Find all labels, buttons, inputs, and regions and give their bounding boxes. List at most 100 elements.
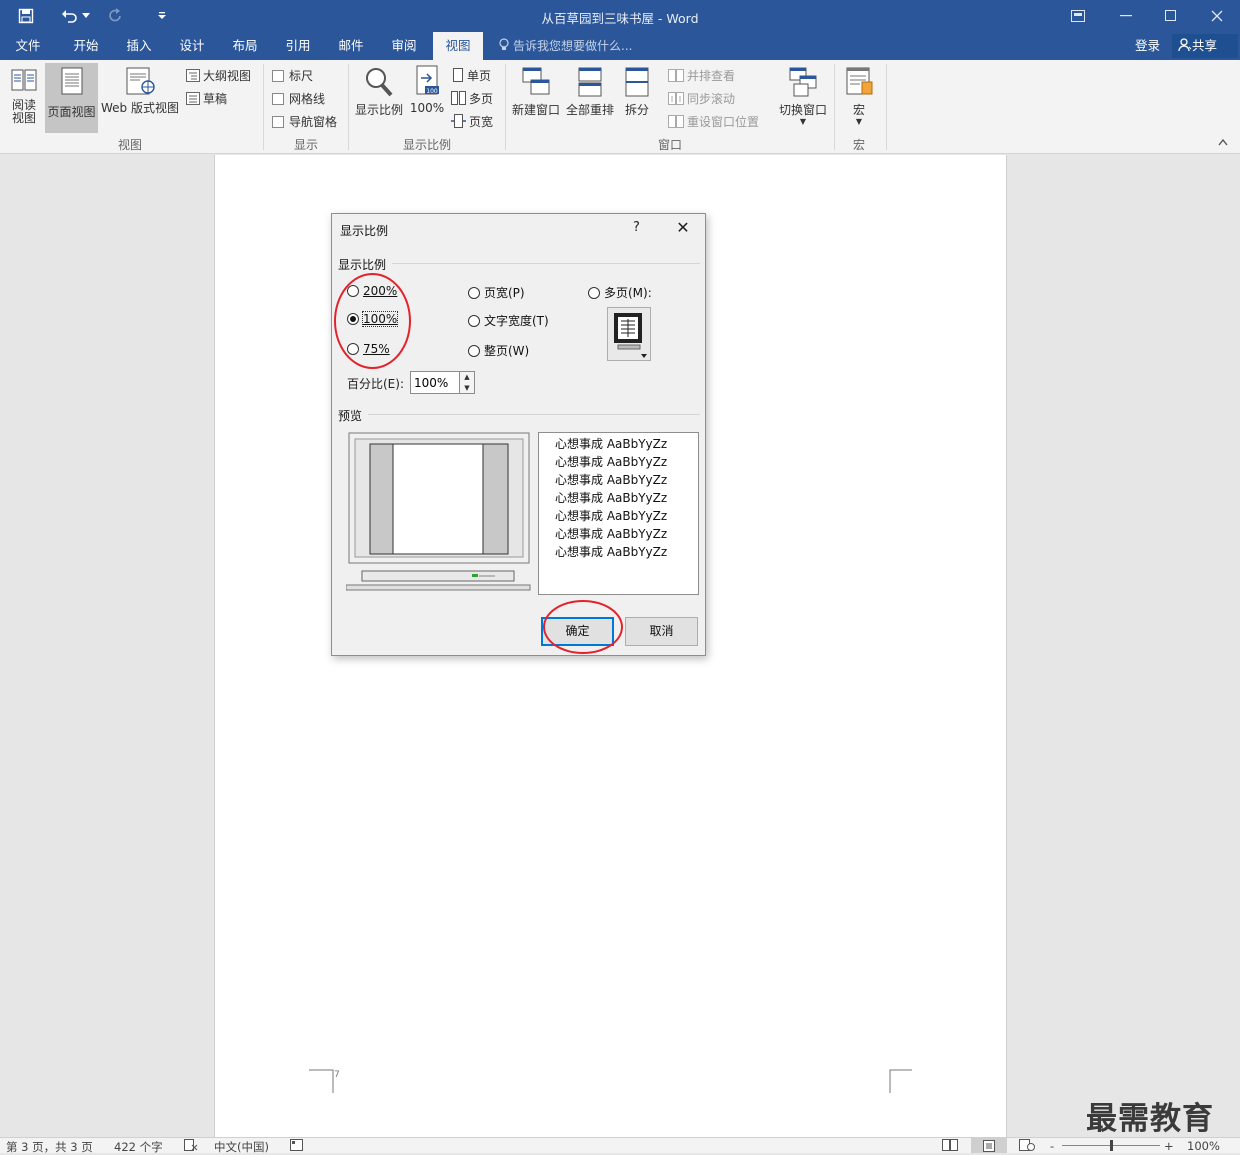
zoom-100-label: 100% (409, 101, 445, 115)
radio-200[interactable]: 200% (347, 284, 397, 298)
tab-references[interactable]: 引用 (274, 32, 322, 60)
tab-layout[interactable]: 布局 (221, 32, 269, 60)
zoom-dialog: 显示比例 ? ✕ 显示比例 200% 100% 75% 页宽(P) 文字宽度(T… (331, 213, 706, 656)
web-layout-button[interactable]: Web 版式视图 (100, 66, 180, 116)
radio-many-pages[interactable]: 多页(M): (588, 284, 652, 301)
share-button[interactable]: 共享 (1172, 34, 1238, 58)
read-mode-button[interactable]: 阅读 视图 (4, 66, 44, 125)
tab-insert[interactable]: 插入 (115, 32, 163, 60)
percent-spinner[interactable]: ▲ ▼ (459, 371, 475, 394)
reset-position-label: 重设窗口位置 (687, 115, 760, 129)
view-side-by-side-button[interactable]: 并排查看 (668, 67, 735, 85)
cancel-button[interactable]: 取消 (625, 617, 698, 646)
reset-position-icon (668, 115, 684, 131)
zoom-level[interactable]: 100% (1187, 1139, 1220, 1153)
zoom-in-icon[interactable]: + (1164, 1139, 1174, 1153)
maximize-icon[interactable] (1148, 0, 1194, 32)
tab-file[interactable]: 文件 (4, 32, 52, 60)
draft-label: 草稿 (203, 92, 228, 106)
zoom-label: 显示比例 (354, 103, 403, 117)
nav-pane-label: 导航窗格 (289, 115, 338, 129)
close-icon[interactable]: ✕ (670, 217, 696, 239)
sync-scrolling-button[interactable]: 同步滚动 (668, 90, 735, 108)
margin-corner-mark (889, 1069, 912, 1093)
read-mode-view-icon[interactable] (942, 1139, 958, 1154)
separator (834, 64, 835, 150)
divider (368, 414, 700, 415)
tell-me-box[interactable]: 告诉我您想要做什么... (498, 32, 632, 60)
ribbon-display-options-icon[interactable] (1055, 0, 1101, 32)
lightbulb-icon (498, 34, 510, 62)
nav-pane-checkbox[interactable]: 导航窗格 (272, 113, 337, 130)
print-layout-view-icon[interactable] (971, 1138, 1007, 1153)
macro-record-icon[interactable] (290, 1139, 304, 1154)
radio-page-width[interactable]: 页宽(P) (468, 284, 525, 301)
new-window-button[interactable]: 新建窗口 (509, 66, 563, 118)
radio-text-width[interactable]: 文字宽度(T) (468, 312, 549, 329)
macros-icon (840, 66, 878, 101)
person-icon (1178, 36, 1192, 60)
svg-text:7: 7 (334, 1070, 340, 1080)
preview-line: 心想事成 AaBbYyZz (555, 491, 668, 505)
one-page-label: 单页 (467, 69, 492, 83)
separator (348, 64, 349, 150)
ok-button[interactable]: 确定 (541, 617, 614, 646)
window-title: 从百草园到三味书屋 - Word (541, 11, 699, 26)
page-width-label: 页宽 (469, 115, 494, 129)
margin-corner-mark: 7 (309, 1069, 340, 1093)
close-window-icon[interactable] (1194, 0, 1240, 32)
preview-line: 心想事成 AaBbYyZz (555, 455, 668, 469)
spin-down-icon[interactable]: ▼ (460, 383, 474, 394)
preview-section-label: 预览 (338, 409, 363, 423)
radio-75[interactable]: 75% (347, 342, 390, 356)
minimize-icon[interactable] (1103, 0, 1149, 32)
divider (392, 263, 700, 264)
zoom-100-button[interactable]: 100 100% (408, 64, 446, 115)
tab-design[interactable]: 设计 (168, 32, 216, 60)
zoom-slider-thumb[interactable] (1110, 1140, 1113, 1151)
page-width-button[interactable]: 页宽 (451, 113, 493, 131)
spin-up-icon[interactable]: ▲ (460, 372, 474, 383)
arrange-all-button[interactable]: 全部重排 (564, 66, 616, 118)
percent-input[interactable] (410, 371, 460, 394)
proofing-icon[interactable] (184, 1139, 198, 1154)
draft-button[interactable]: 草稿 (186, 90, 227, 108)
zoom-button[interactable]: 显示比例 (353, 66, 405, 118)
many-pages-picker-button[interactable] (607, 307, 651, 361)
share-label: 共享 (1192, 38, 1218, 53)
web-layout-view-icon[interactable] (1019, 1139, 1035, 1154)
print-layout-button[interactable]: 页面视图 (45, 63, 98, 133)
switch-windows-button[interactable]: 切换窗口 ▼ (776, 66, 830, 126)
switch-windows-icon (776, 66, 830, 101)
show-group-label: 显示 (293, 138, 318, 152)
radio-200-label: 200% (363, 284, 398, 298)
multiple-pages-button[interactable]: 多页 (451, 90, 493, 108)
macros-button[interactable]: 宏 ▼ (840, 66, 878, 126)
radio-whole-page[interactable]: 整页(W) (468, 342, 529, 359)
tab-home[interactable]: 开始 (62, 32, 110, 60)
reset-window-position-button[interactable]: 重设窗口位置 (668, 113, 759, 131)
gridlines-checkbox[interactable]: 网格线 (272, 90, 325, 107)
separator (263, 64, 264, 150)
text-width-label: 文字宽度(T) (484, 314, 549, 328)
tab-review[interactable]: 审阅 (380, 32, 428, 60)
chevron-down-icon: ▼ (799, 117, 807, 126)
sign-in-link[interactable]: 登录 (1135, 32, 1160, 60)
split-button[interactable]: 拆分 (619, 66, 655, 118)
chevron-down-icon: ▼ (855, 117, 863, 126)
ruler-checkbox[interactable]: 标尺 (272, 67, 313, 84)
collapse-ribbon-icon[interactable] (1218, 138, 1228, 149)
preview-text-box: 心想事成 AaBbYyZz 心想事成 AaBbYyZz 心想事成 AaBbYyZ… (538, 432, 699, 595)
preview-line: 心想事成 AaBbYyZz (555, 545, 668, 559)
one-page-icon (452, 68, 464, 85)
tab-view[interactable]: 视图 (433, 32, 483, 60)
radio-100[interactable]: 100% (347, 311, 399, 327)
help-icon[interactable]: ? (633, 220, 640, 235)
preview-monitor-image (346, 432, 531, 591)
zoom-out-icon[interactable]: - (1050, 1139, 1054, 1153)
new-window-label: 新建窗口 (511, 103, 560, 117)
one-page-button[interactable]: 单页 (452, 67, 491, 85)
tab-mailings[interactable]: 邮件 (327, 32, 375, 60)
whole-page-label: 整页(W) (484, 344, 530, 358)
outline-button[interactable]: 大纲视图 (186, 67, 251, 85)
